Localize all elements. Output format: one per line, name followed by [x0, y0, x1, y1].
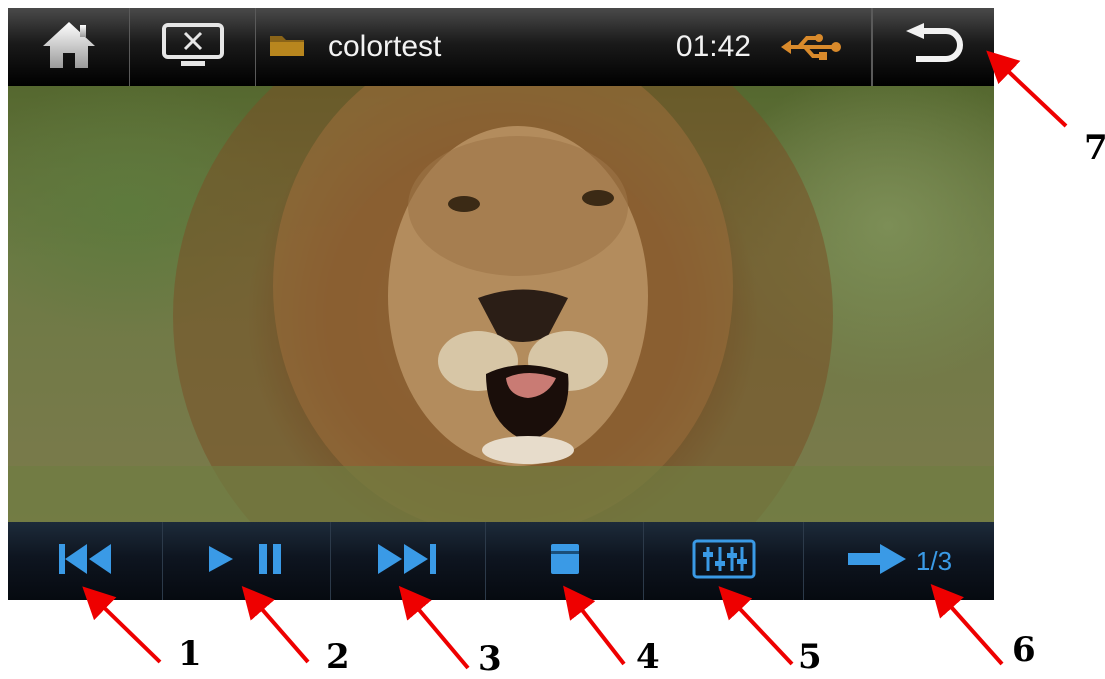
callout-label-4: 4	[636, 637, 660, 677]
callout-arrow-6	[930, 584, 1004, 666]
callout-label-6: 6	[1012, 630, 1036, 670]
callout-label-5: 5	[798, 637, 822, 677]
callout-arrow-4	[563, 585, 626, 666]
callout-arrow-3	[398, 585, 470, 670]
callout-label-1: 1	[178, 634, 202, 674]
callout-arrow-1	[82, 586, 162, 664]
callout-arrow-2	[241, 585, 310, 664]
callout-arrow-7	[986, 50, 1068, 128]
callout-label-3: 3	[478, 639, 502, 679]
callout-label-2: 2	[326, 637, 350, 677]
callout-label-7: 7	[1084, 128, 1105, 168]
annotation-arrows	[82, 50, 1068, 670]
callout-arrow-5	[718, 586, 794, 666]
